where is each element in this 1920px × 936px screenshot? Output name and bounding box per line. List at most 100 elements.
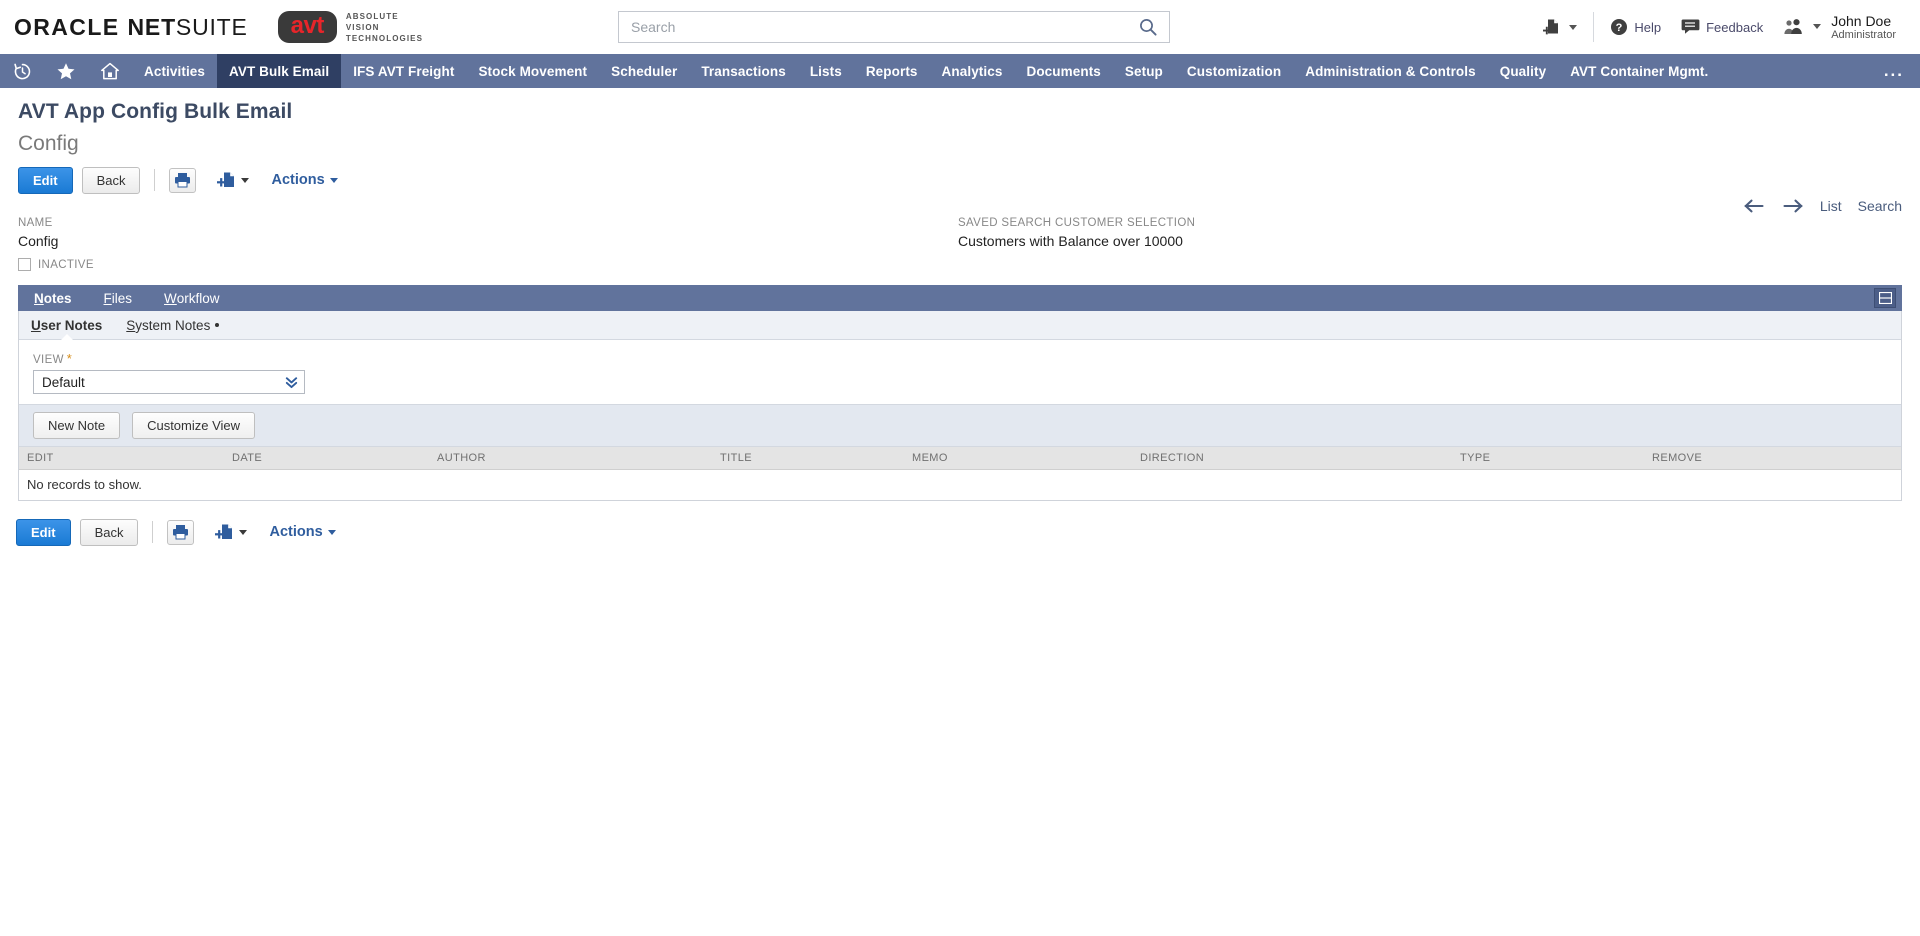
chevron-down-icon [239,530,247,535]
new-document-icon[interactable] [214,522,247,542]
nav-item-stock-movement[interactable]: Stock Movement [466,54,599,88]
user-role: Administrator [1831,29,1896,42]
tab-workflow[interactable]: Workflow [148,285,236,311]
favorites-star-icon[interactable] [44,54,88,88]
top-action-toolbar: Edit Back Actions [18,165,1920,195]
view-selector-group: VIEW* Default [19,340,1901,404]
record-fields: NAME Config INACTIVE SAVED SEARCH CUSTOM… [0,217,1920,277]
nav-overflow-button[interactable]: ... [1868,54,1920,88]
search-icon[interactable] [1138,15,1164,39]
bottom-action-toolbar: Edit Back Actions [16,517,1920,547]
toolbar-divider [154,169,155,191]
field-saved-search-value: Customers with Balance over 10000 [958,233,1195,249]
create-new-icon[interactable] [1532,18,1587,37]
help-circle-icon: ? [1610,18,1628,36]
page-title: AVT App Config Bulk Email [18,100,1920,124]
expand-rows-icon[interactable] [1874,288,1896,308]
col-direction[interactable]: DIRECTION [1132,447,1452,470]
col-date[interactable]: DATE [224,447,429,470]
nav-item-scheduler[interactable]: Scheduler [599,54,689,88]
netsuite-wordmark: NETSUITE [128,14,248,41]
customize-view-button[interactable]: Customize View [132,412,255,439]
avt-logo: avt ABSOLUTE VISION TECHNOLOGIES [278,11,423,44]
notes-table: EDIT DATE AUTHOR TITLE MEMO DIRECTION TY… [19,447,1901,500]
back-button[interactable]: Back [82,167,141,194]
record-name: Config [18,132,1920,156]
nav-item-lists[interactable]: Lists [798,54,854,88]
field-name-label: NAME [18,217,94,229]
tab-notes[interactable]: Notes [18,285,88,311]
new-note-button[interactable]: New Note [33,412,120,439]
home-icon[interactable] [88,54,132,88]
search-link[interactable]: Search [1858,198,1902,214]
nav-item-activities[interactable]: Activities [132,54,217,88]
user-menu[interactable]: John Doe Administrator [1773,13,1906,42]
col-remove[interactable]: REMOVE [1644,447,1901,470]
global-search [618,11,1170,43]
arrow-left-icon[interactable] [1744,198,1766,214]
arrow-right-icon[interactable] [1782,198,1804,214]
col-edit[interactable]: EDIT [19,447,224,470]
view-select[interactable]: Default [33,370,305,394]
list-link[interactable]: List [1820,198,1842,214]
netsuite-bold-part: NET [128,14,176,40]
actions-menu-button[interactable]: Actions [271,172,337,188]
avt-tagline-line1: ABSOLUTE [346,11,423,22]
user-name: John Doe [1831,13,1896,29]
col-author[interactable]: AUTHOR [429,447,712,470]
nav-item-setup[interactable]: Setup [1113,54,1175,88]
nav-item-analytics[interactable]: Analytics [930,54,1015,88]
notes-table-header-row: EDIT DATE AUTHOR TITLE MEMO DIRECTION TY… [19,447,1901,470]
svg-text:?: ? [1616,22,1623,34]
top-bar: ORACLE NETSUITE avt ABSOLUTE VISION TECH… [0,0,1920,54]
nav-item-documents[interactable]: Documents [1014,54,1112,88]
chevron-down-icon [330,178,338,183]
search-input[interactable] [618,11,1170,43]
record-tabstrip: Notes Files Workflow [18,285,1902,311]
col-type[interactable]: TYPE [1452,447,1644,470]
actions-menu-button-bottom[interactable]: Actions [269,524,335,540]
chevron-down-icon [1813,24,1821,29]
avt-tagline: ABSOLUTE VISION TECHNOLOGIES [346,11,423,44]
nav-item-avt-container-mgmt[interactable]: AVT Container Mgmt. [1558,54,1720,88]
oracle-netsuite-logo[interactable]: ORACLE NETSUITE [14,14,248,41]
edit-button[interactable]: Edit [18,167,73,194]
edit-button-bottom[interactable]: Edit [16,519,71,546]
nav-item-quality[interactable]: Quality [1488,54,1558,88]
nav-item-transactions[interactable]: Transactions [689,54,797,88]
field-name-value: Config [18,233,94,249]
nav-item-reports[interactable]: Reports [854,54,930,88]
subtab-system-notes[interactable]: System Notes [126,311,219,340]
field-name-group: NAME Config INACTIVE [18,217,94,271]
nav-item-ifs-avt-freight[interactable]: IFS AVT Freight [341,54,466,88]
oracle-wordmark: ORACLE [14,14,120,41]
inactive-checkbox[interactable] [18,258,31,271]
nav-item-customization[interactable]: Customization [1175,54,1293,88]
tab-files[interactable]: Files [88,285,149,311]
view-label-text: VIEW [33,354,64,366]
notes-empty-row: No records to show. [19,470,1901,501]
avt-tagline-line2: VISION [346,22,423,33]
help-button[interactable]: ? Help [1600,18,1671,36]
field-inactive-group[interactable]: INACTIVE [18,258,94,271]
actions-label: Actions [271,172,324,188]
nav-item-administration-controls[interactable]: Administration & Controls [1293,54,1488,88]
recent-history-icon[interactable] [0,54,44,88]
nav-item-avt-bulk-email[interactable]: AVT Bulk Email [217,54,341,88]
subtab-user-notes[interactable]: User Notes [31,311,102,340]
field-saved-search-group: SAVED SEARCH CUSTOMER SELECTION Customer… [958,217,1195,249]
back-button-bottom[interactable]: Back [80,519,139,546]
feedback-button[interactable]: Feedback [1671,18,1773,36]
page-header: AVT App Config Bulk Email Config List Se… [0,88,1920,195]
chevron-down-icon [1569,25,1577,30]
record-navigation: List Search [1744,198,1902,214]
col-title[interactable]: TITLE [712,447,904,470]
top-right-toolbar: ? Help Feedback John Doe Administrator [1532,0,1906,54]
main-navigation-bar: Activities AVT Bulk Email IFS AVT Freigh… [0,54,1920,88]
notes-subtabs: User Notes System Notes [19,311,1901,340]
new-document-icon[interactable] [216,170,249,190]
col-memo[interactable]: MEMO [904,447,1132,470]
avt-tagline-line3: TECHNOLOGIES [346,33,423,44]
print-icon[interactable] [169,168,196,193]
print-icon[interactable] [167,520,194,545]
